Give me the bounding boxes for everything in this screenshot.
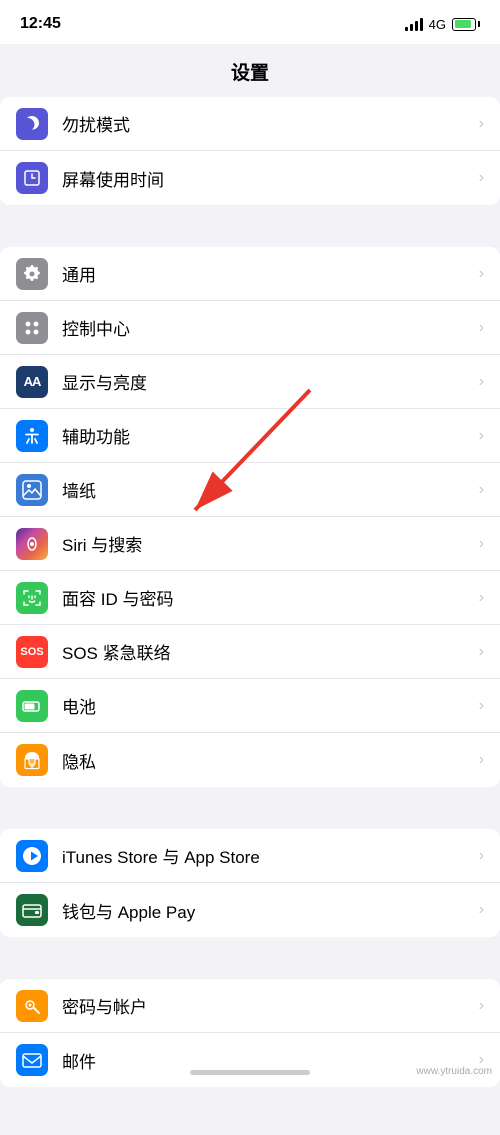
section-divider-1 (0, 213, 500, 247)
status-time: 12:45 (20, 15, 61, 33)
dnd-chevron: › (479, 115, 484, 133)
section-divider-3 (0, 945, 500, 979)
section-divider-2 (0, 795, 500, 829)
sidebar-item-general[interactable]: 通用 › (0, 247, 500, 301)
sidebar-item-passwords[interactable]: 密码与帐户 › (0, 979, 500, 1033)
siri-chevron: › (479, 535, 484, 553)
page-title-bar: 设置 (0, 44, 500, 97)
passwords-chevron: › (479, 997, 484, 1015)
dnd-label: 勿扰模式 (62, 111, 471, 136)
sos-chevron: › (479, 643, 484, 661)
screen-time-chevron: › (479, 169, 484, 187)
sidebar-item-itunes[interactable]: iTunes Store 与 App Store › (0, 829, 500, 883)
siri-label: Siri 与搜索 (62, 531, 471, 556)
wallpaper-chevron: › (479, 481, 484, 499)
faceid-chevron: › (479, 589, 484, 607)
control-center-label: 控制中心 (62, 315, 471, 340)
passwords-label: 密码与帐户 (62, 993, 471, 1018)
bottom-spacer (0, 1095, 500, 1135)
display-icon: AA (16, 366, 48, 398)
siri-icon (16, 528, 48, 560)
home-indicator (190, 1070, 310, 1075)
status-icons: 4G (405, 17, 480, 32)
sidebar-item-battery[interactable]: 电池 › (0, 679, 500, 733)
sos-label: SOS 紧急联络 (62, 639, 471, 664)
accessibility-label: 辅助功能 (62, 423, 471, 448)
sidebar-item-wallpaper[interactable]: 墙纸 › (0, 463, 500, 517)
sidebar-item-sos[interactable]: SOS SOS 紧急联络 › (0, 625, 500, 679)
sidebar-item-privacy[interactable]: 隐私 › (0, 733, 500, 787)
passwords-icon (16, 990, 48, 1022)
general-chevron: › (479, 265, 484, 283)
settings-group-2: 通用 › 控制中心 › AA 显示与亮度 › (0, 247, 500, 787)
page-title: 设置 (231, 63, 269, 84)
privacy-chevron: › (479, 751, 484, 769)
network-label: 4G (429, 17, 446, 32)
wallet-icon (16, 894, 48, 926)
watermark: www.ytruida.com (412, 1064, 496, 1079)
signal-icon (405, 17, 423, 31)
faceid-icon (16, 582, 48, 614)
itunes-chevron: › (479, 847, 484, 865)
mail-icon (16, 1044, 48, 1076)
screen-time-icon (16, 162, 48, 194)
itunes-label: iTunes Store 与 App Store (62, 843, 471, 868)
general-icon (16, 258, 48, 290)
wallpaper-icon (16, 474, 48, 506)
display-label: 显示与亮度 (62, 369, 471, 394)
settings-group-1: 勿扰模式 › 屏幕使用时间 › (0, 97, 500, 205)
battery-label: 电池 (62, 693, 471, 718)
accessibility-icon (16, 420, 48, 452)
general-label: 通用 (62, 261, 471, 286)
sidebar-item-display[interactable]: AA 显示与亮度 › (0, 355, 500, 409)
control-center-icon (16, 312, 48, 344)
battery-icon (16, 690, 48, 722)
status-bar: 12:45 4G (0, 0, 500, 44)
wallet-label: 钱包与 Apple Pay (62, 898, 471, 923)
screen-time-label: 屏幕使用时间 (62, 166, 471, 191)
mail-label: 邮件 (62, 1048, 471, 1073)
faceid-label: 面容 ID 与密码 (62, 585, 471, 610)
battery-status-icon (452, 18, 480, 31)
control-center-chevron: › (479, 319, 484, 337)
itunes-icon (16, 840, 48, 872)
accessibility-chevron: › (479, 427, 484, 445)
privacy-label: 隐私 (62, 748, 471, 773)
settings-group-3: iTunes Store 与 App Store › 钱包与 Apple Pay… (0, 829, 500, 937)
privacy-icon (16, 744, 48, 776)
sidebar-item-screen-time[interactable]: 屏幕使用时间 › (0, 151, 500, 205)
display-chevron: › (479, 373, 484, 391)
sidebar-item-siri[interactable]: Siri 与搜索 › (0, 517, 500, 571)
sidebar-item-dnd[interactable]: 勿扰模式 › (0, 97, 500, 151)
sidebar-item-accessibility[interactable]: 辅助功能 › (0, 409, 500, 463)
battery-chevron: › (479, 697, 484, 715)
wallet-chevron: › (479, 901, 484, 919)
sidebar-item-faceid[interactable]: 面容 ID 与密码 › (0, 571, 500, 625)
dnd-icon (16, 108, 48, 140)
sos-icon: SOS (16, 636, 48, 668)
sidebar-item-control-center[interactable]: 控制中心 › (0, 301, 500, 355)
sidebar-item-wallet[interactable]: 钱包与 Apple Pay › (0, 883, 500, 937)
wallpaper-label: 墙纸 (62, 477, 471, 502)
